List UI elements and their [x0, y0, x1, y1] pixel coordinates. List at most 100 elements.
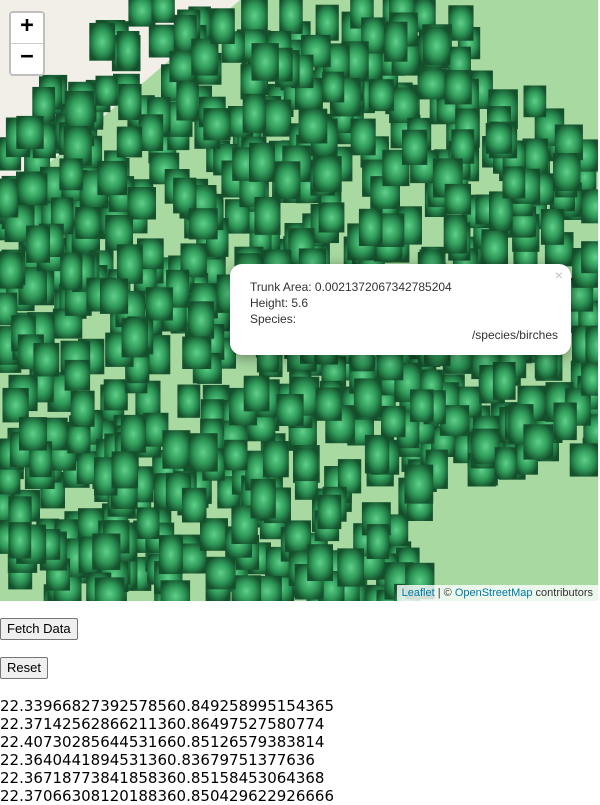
tree-marker[interactable] — [138, 114, 164, 151]
tree-marker[interactable] — [569, 443, 598, 477]
tree-marker[interactable] — [262, 99, 292, 137]
tree-marker[interactable] — [443, 214, 468, 254]
tree-marker[interactable] — [298, 108, 328, 144]
tree-marker[interactable] — [523, 85, 547, 118]
tree-marker[interactable] — [231, 575, 262, 601]
zoom-in-button[interactable]: + — [11, 13, 43, 44]
tree-marker[interactable] — [128, 0, 156, 27]
tree-marker[interactable] — [492, 362, 516, 400]
tree-marker[interactable] — [160, 580, 191, 601]
tree-marker[interactable] — [293, 447, 319, 482]
tree-marker[interactable] — [151, 0, 175, 23]
tree-marker[interactable] — [350, 118, 376, 156]
fetch-data-button[interactable]: Fetch Data — [0, 618, 78, 640]
tree-marker[interactable] — [176, 80, 199, 121]
tree-marker[interactable] — [60, 252, 83, 290]
tree-marker[interactable] — [404, 464, 434, 504]
tree-marker[interactable] — [127, 187, 157, 220]
tree-marker[interactable] — [358, 208, 383, 246]
tree-marker[interactable] — [95, 75, 118, 106]
tree-marker[interactable] — [158, 535, 183, 574]
tree-marker[interactable] — [111, 451, 138, 489]
tree-marker[interactable] — [33, 342, 60, 377]
tree-marker[interactable] — [243, 375, 270, 412]
openstreetmap-link[interactable]: OpenStreetMap — [455, 587, 533, 599]
tree-marker[interactable] — [16, 115, 44, 149]
tree-marker[interactable] — [315, 387, 342, 421]
tree-marker[interactable] — [322, 71, 345, 103]
tree-marker[interactable] — [249, 142, 275, 182]
tree-marker[interactable] — [59, 158, 83, 191]
tree-marker[interactable] — [251, 43, 279, 81]
tree-marker[interactable] — [366, 436, 390, 474]
tree-marker[interactable] — [203, 108, 231, 141]
tree-marker[interactable] — [581, 362, 598, 396]
tree-marker[interactable] — [422, 26, 451, 65]
tree-marker[interactable] — [276, 394, 304, 426]
tree-marker[interactable] — [116, 126, 143, 158]
tree-marker[interactable] — [581, 241, 598, 274]
tree-marker[interactable] — [402, 129, 428, 165]
tree-marker[interactable] — [188, 301, 215, 339]
tree-marker[interactable] — [92, 533, 121, 570]
tree-marker[interactable] — [121, 317, 148, 358]
tree-marker[interactable] — [263, 441, 289, 478]
tree-marker[interactable] — [103, 379, 128, 411]
tree-marker[interactable] — [94, 577, 125, 601]
tree-marker[interactable] — [274, 161, 301, 200]
tree-marker[interactable] — [89, 22, 116, 61]
tree-marker[interactable] — [417, 68, 448, 100]
tree-marker[interactable] — [337, 548, 364, 587]
tree-marker[interactable] — [317, 494, 342, 530]
tree-marker[interactable] — [64, 90, 95, 131]
tree-marker[interactable] — [581, 189, 598, 224]
tree-marker[interactable] — [553, 402, 577, 441]
zoom-out-button[interactable]: − — [11, 44, 43, 74]
tree-marker[interactable] — [368, 79, 394, 112]
tree-marker[interactable] — [553, 153, 581, 191]
tree-marker[interactable] — [116, 31, 140, 70]
tree-marker[interactable] — [182, 336, 212, 370]
tree-marker[interactable] — [242, 93, 266, 133]
tree-marker[interactable] — [410, 389, 434, 422]
tree-marker[interactable] — [494, 447, 518, 480]
tree-marker[interactable] — [205, 556, 236, 590]
tree-marker[interactable] — [97, 160, 128, 196]
tree-marker[interactable] — [481, 229, 508, 267]
tree-marker[interactable] — [8, 522, 32, 559]
tree-marker[interactable] — [318, 202, 345, 233]
tree-marker[interactable] — [354, 378, 382, 418]
tree-marker[interactable] — [210, 8, 235, 45]
tree-marker[interactable] — [0, 178, 19, 218]
tree-marker[interactable] — [162, 430, 191, 469]
tree-marker[interactable] — [523, 424, 554, 460]
tree-marker[interactable] — [307, 544, 333, 581]
tree-marker[interactable] — [188, 208, 218, 240]
tree-marker[interactable] — [279, 0, 303, 34]
species-link[interactable]: /species/birches — [250, 327, 558, 343]
tree-marker[interactable] — [585, 326, 598, 366]
tree-marker[interactable] — [99, 278, 129, 314]
tree-marker[interactable] — [75, 207, 101, 239]
tree-marker[interactable] — [191, 38, 219, 76]
tree-marker[interactable] — [444, 183, 471, 215]
tree-marker[interactable] — [285, 520, 312, 553]
tree-marker[interactable] — [136, 507, 160, 539]
tree-marker[interactable] — [70, 390, 95, 427]
tree-marker[interactable] — [17, 172, 48, 206]
tree-marker[interactable] — [444, 70, 472, 105]
reset-button[interactable]: Reset — [0, 657, 48, 679]
tree-marker[interactable] — [26, 225, 50, 263]
tree-marker[interactable] — [381, 405, 406, 438]
tree-marker[interactable] — [182, 487, 207, 523]
tree-marker[interactable] — [118, 83, 142, 121]
tree-marker[interactable] — [250, 478, 276, 519]
tree-marker[interactable] — [502, 166, 526, 199]
tree-marker[interactable] — [19, 417, 47, 451]
tree-marker[interactable] — [312, 156, 342, 192]
tree-marker[interactable] — [0, 252, 24, 289]
map-container[interactable]: + − × Trunk Area: 0.0021372067342785204 … — [0, 0, 598, 601]
tree-marker[interactable] — [485, 123, 513, 154]
tree-marker[interactable] — [64, 359, 91, 391]
tree-marker[interactable] — [448, 5, 474, 41]
